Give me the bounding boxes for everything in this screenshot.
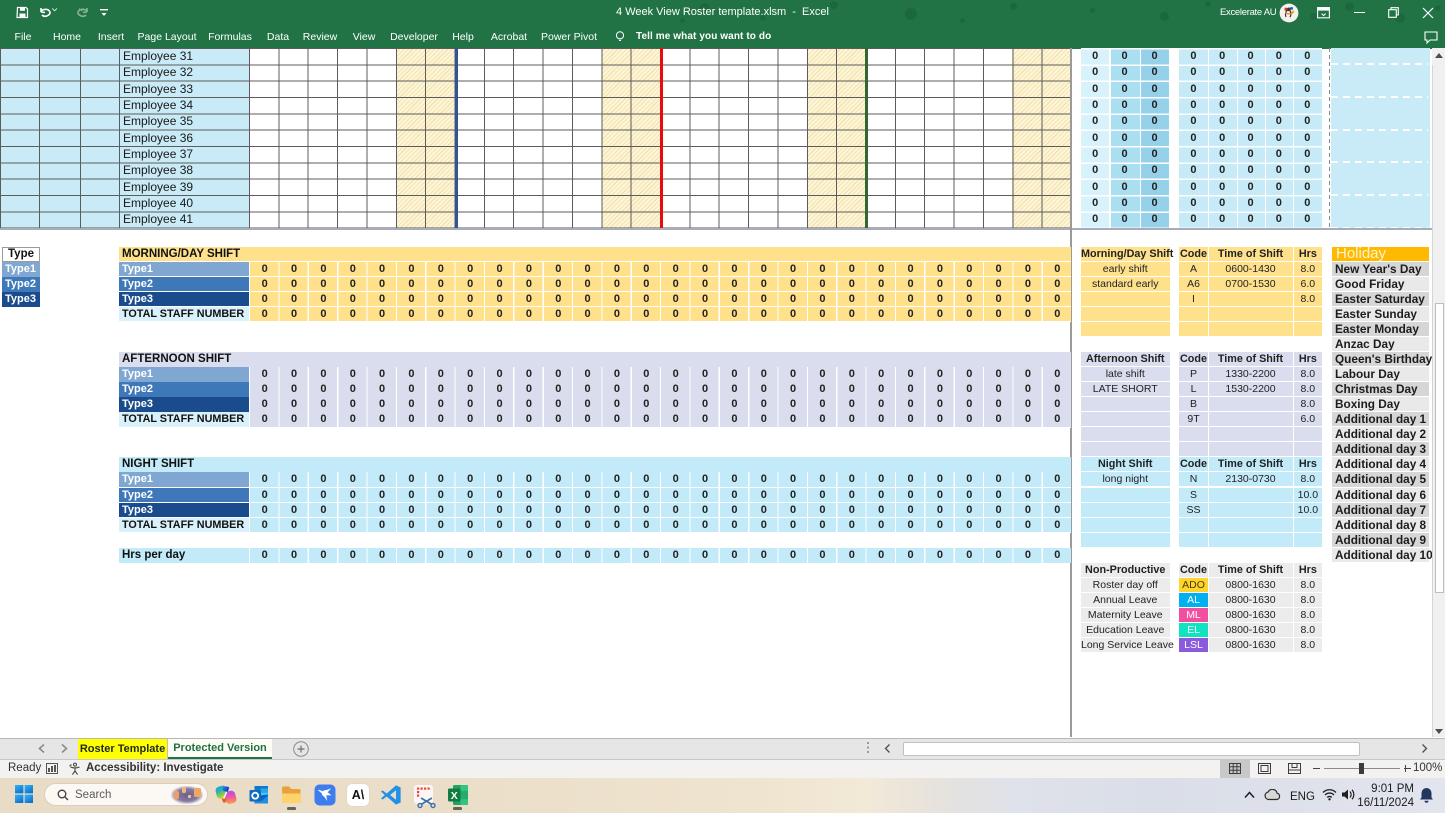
svg-text:X: X [451,790,458,802]
